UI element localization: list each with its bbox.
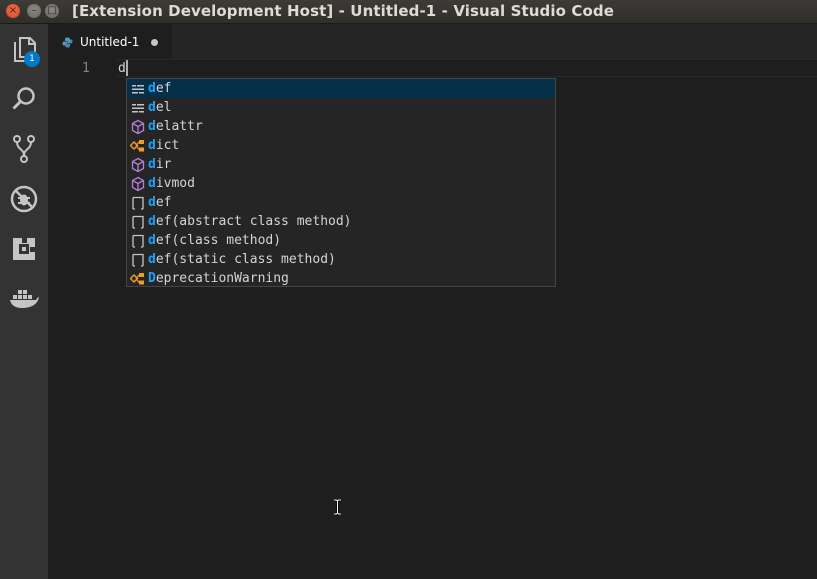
suggest-item-rest: ict xyxy=(155,138,180,153)
suggest-item-label: delattr xyxy=(148,118,203,135)
suggest-item-label: def(abstract class method) xyxy=(148,213,352,230)
suggest-item[interactable]: def(abstract class method) xyxy=(127,212,555,231)
code-line[interactable]: d xyxy=(118,60,126,77)
suggest-item-rest: ef(class method) xyxy=(155,233,282,248)
suggest-match-highlight: D xyxy=(148,271,156,286)
window-minimize-button[interactable]: – xyxy=(27,4,41,18)
window-close-button[interactable]: × xyxy=(6,4,20,18)
method-icon xyxy=(130,176,146,192)
line-number: 1 xyxy=(82,61,90,76)
suggest-item-rest: elattr xyxy=(155,119,203,134)
suggest-item-label: def(static class method) xyxy=(148,251,336,268)
snippet-icon xyxy=(130,195,146,211)
suggest-item-label: def(class method) xyxy=(148,232,281,249)
suggest-item-rest: eprecationWarning xyxy=(155,271,289,286)
class-icon xyxy=(129,271,146,287)
class-icon xyxy=(129,138,146,154)
activity-source-control[interactable] xyxy=(0,125,48,173)
explorer-badge: 1 xyxy=(24,51,40,67)
suggest-item-label: def xyxy=(148,194,171,211)
activity-explorer[interactable] xyxy=(0,25,48,73)
suggest-item-label: divmod xyxy=(148,175,195,192)
suggest-item[interactable]: DeprecationWarning xyxy=(127,269,555,288)
search-icon xyxy=(12,87,35,110)
suggest-match-highlight: d xyxy=(148,233,156,248)
tab-untitled-1[interactable]: Untitled-1 xyxy=(48,24,172,59)
activity-docker[interactable] xyxy=(0,275,48,323)
keyword-icon xyxy=(130,100,146,116)
suggest-match-highlight: d xyxy=(148,157,156,172)
suggest-item-label: DeprecationWarning xyxy=(148,270,289,287)
snippet-icon xyxy=(130,252,146,268)
suggest-item-rest: el xyxy=(155,100,172,115)
suggest-item[interactable]: dict xyxy=(127,136,555,155)
unsaved-dot-icon[interactable] xyxy=(151,39,158,46)
suggest-match-highlight: d xyxy=(148,176,156,191)
suggest-match-highlight: d xyxy=(148,252,156,267)
window-title: [Extension Development Host] - Untitled-… xyxy=(72,2,614,20)
suggest-item-rest: ef xyxy=(155,81,172,96)
text-cursor xyxy=(126,60,128,76)
suggest-item[interactable]: def xyxy=(127,79,555,98)
keyword-icon xyxy=(130,81,146,97)
suggest-item[interactable]: def xyxy=(127,193,555,212)
extensions-icon xyxy=(13,236,37,260)
suggest-item-rest: ivmod xyxy=(155,176,195,191)
snippet-icon xyxy=(130,233,146,249)
suggest-item[interactable]: def(class method) xyxy=(127,231,555,250)
suggest-item-label: dict xyxy=(148,137,179,154)
suggest-item-rest: ef xyxy=(155,195,172,210)
suggest-match-highlight: d xyxy=(148,214,156,229)
title-bar: × – □ [Extension Development Host] - Unt… xyxy=(0,0,817,24)
suggest-widget: def del delattr dict dir divmod def def(abstrac… xyxy=(126,78,556,287)
suggest-match-highlight: d xyxy=(148,81,156,96)
suggest-match-highlight: d xyxy=(148,138,156,153)
suggest-item[interactable]: divmod xyxy=(127,174,555,193)
suggest-item[interactable]: dir xyxy=(127,155,555,174)
suggest-match-highlight: d xyxy=(148,119,156,134)
tab-label: Untitled-1 xyxy=(80,35,140,49)
suggest-item-rest: ef(static class method) xyxy=(155,252,336,267)
suggest-item-label: dir xyxy=(148,156,171,173)
suggest-item-rest: ef(abstract class method) xyxy=(155,214,352,229)
activity-extensions[interactable] xyxy=(0,225,48,273)
suggest-item-label: del xyxy=(148,99,171,116)
current-line-highlight xyxy=(116,59,817,77)
suggest-match-highlight: d xyxy=(148,100,156,115)
suggest-item-label: def xyxy=(148,80,171,97)
suggest-item[interactable]: delattr xyxy=(127,117,555,136)
ibeam-cursor-icon xyxy=(334,499,341,515)
tab-bar: Untitled-1 xyxy=(48,24,817,59)
activity-bar: 1 xyxy=(0,24,48,579)
suggest-item[interactable]: def(static class method) xyxy=(127,250,555,269)
window-maximize-button[interactable]: □ xyxy=(45,4,59,18)
snippet-icon xyxy=(130,214,146,230)
suggest-item-rest: ir xyxy=(155,157,172,172)
suggest-match-highlight: d xyxy=(148,195,156,210)
method-icon xyxy=(130,157,146,173)
suggest-item[interactable]: del xyxy=(127,98,555,117)
python-icon xyxy=(62,37,73,48)
source-control-icon xyxy=(13,135,35,163)
debug-icon xyxy=(10,185,38,213)
method-icon xyxy=(130,119,146,135)
docker-icon xyxy=(10,290,39,308)
activity-debug[interactable] xyxy=(0,175,48,223)
activity-search[interactable] xyxy=(0,75,48,123)
